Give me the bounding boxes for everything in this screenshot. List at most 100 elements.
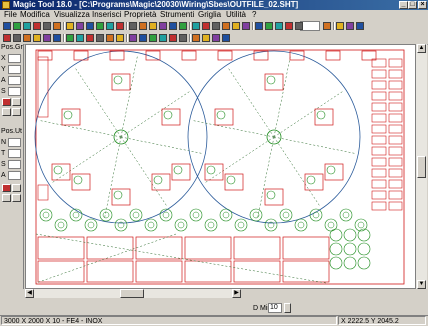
- bottom-rectangular-part: [37, 236, 85, 260]
- redo-icon[interactable]: [86, 22, 94, 30]
- tool-field-s[interactable]: [8, 160, 21, 169]
- zoom-window-icon[interactable]: [285, 22, 293, 30]
- info-icon[interactable]: [212, 34, 220, 42]
- scroll-up-arrow[interactable]: ▲: [417, 44, 426, 53]
- redraw-icon[interactable]: [336, 22, 344, 30]
- print-icon[interactable]: [33, 22, 41, 30]
- washer-hole: [312, 211, 320, 219]
- nest-icon[interactable]: [3, 34, 11, 42]
- new-icon[interactable]: [3, 22, 11, 30]
- pos-field-y[interactable]: [8, 65, 21, 74]
- close-button[interactable]: ×: [418, 1, 427, 9]
- pan-icon[interactable]: [323, 22, 331, 30]
- scroll-down-arrow[interactable]: ▼: [417, 280, 426, 289]
- order-icon[interactable]: [106, 34, 114, 42]
- vertical-scrollbar[interactable]: ▲ ▼: [416, 44, 427, 289]
- menu-file[interactable]: File: [4, 10, 17, 20]
- dimension-icon[interactable]: [179, 22, 187, 30]
- hatch-icon[interactable]: [192, 22, 200, 30]
- laser-icon[interactable]: [53, 34, 61, 42]
- minimize-button[interactable]: _: [399, 1, 408, 9]
- optimize-icon[interactable]: [129, 34, 137, 42]
- move-icon[interactable]: [222, 22, 230, 30]
- tool-remove-button[interactable]: [12, 194, 21, 202]
- apply-tool-button[interactable]: [2, 184, 11, 192]
- line-icon[interactable]: [116, 22, 124, 30]
- part-icon[interactable]: [13, 34, 21, 42]
- layer-icon[interactable]: [202, 22, 210, 30]
- washer-hole: [252, 211, 260, 219]
- check-icon[interactable]: [202, 34, 210, 42]
- horizontal-scroll-thumb[interactable]: [120, 289, 144, 298]
- pointer-icon[interactable]: [255, 22, 263, 30]
- pos-field-s[interactable]: [8, 87, 21, 96]
- bridge-icon[interactable]: [96, 34, 104, 42]
- open-icon[interactable]: [13, 22, 21, 30]
- punch-icon[interactable]: [43, 34, 51, 42]
- mirror-icon[interactable]: [242, 22, 250, 30]
- apply-position-button[interactable]: [2, 98, 11, 106]
- report-icon[interactable]: [139, 34, 147, 42]
- rotate-right-button[interactable]: [12, 108, 21, 116]
- undo-icon[interactable]: [76, 22, 84, 30]
- sheet-icon[interactable]: [23, 34, 31, 42]
- paste-icon[interactable]: [66, 22, 74, 30]
- rect-icon[interactable]: [149, 22, 157, 30]
- zoom-combo[interactable]: [300, 21, 320, 31]
- menu-visualizza[interactable]: Visualizza: [54, 10, 90, 20]
- tool-icon[interactable]: [33, 34, 41, 42]
- import-icon[interactable]: [159, 34, 167, 42]
- rotate-icon[interactable]: [232, 22, 240, 30]
- config-icon[interactable]: [222, 34, 230, 42]
- help-icon[interactable]: [356, 22, 364, 30]
- menu-inserisci[interactable]: Inserisci: [92, 10, 121, 20]
- pos-field-x[interactable]: [8, 54, 21, 63]
- save-icon[interactable]: [23, 22, 31, 30]
- dmin-spin-button[interactable]: [284, 303, 291, 313]
- tool-field-n[interactable]: [8, 138, 21, 147]
- measure-icon[interactable]: [192, 34, 200, 42]
- micro-joint-icon[interactable]: [86, 34, 94, 42]
- postproc-icon[interactable]: [179, 34, 187, 42]
- scroll-right-arrow[interactable]: ▶: [232, 289, 241, 298]
- text-icon[interactable]: [169, 22, 177, 30]
- cut-path-icon[interactable]: [66, 34, 74, 42]
- bottom-rectangular-part: [86, 236, 134, 260]
- menu-griglia[interactable]: Griglia: [198, 10, 221, 20]
- simulate-icon[interactable]: [116, 34, 124, 42]
- zoom-all-icon[interactable]: [295, 22, 303, 30]
- menu-utilita[interactable]: Utilità: [226, 10, 246, 20]
- vertical-scroll-thumb[interactable]: [417, 156, 426, 178]
- zoom-out-icon[interactable]: [275, 22, 283, 30]
- export-icon[interactable]: [149, 34, 157, 42]
- tool-field-a[interactable]: [8, 171, 21, 180]
- menu-proprieta[interactable]: Proprietà: [124, 10, 156, 20]
- right-column-part: [388, 124, 403, 134]
- cnc-icon[interactable]: [169, 34, 177, 42]
- reset-position-button[interactable]: [12, 98, 21, 106]
- grid-icon[interactable]: [96, 22, 104, 30]
- maximize-button[interactable]: □: [408, 1, 417, 9]
- tool-field-t[interactable]: [8, 149, 21, 158]
- properties-icon[interactable]: [346, 22, 354, 30]
- drawing-canvas[interactable]: [25, 44, 416, 289]
- dmin-field[interactable]: 10: [268, 303, 282, 313]
- tool-options-button[interactable]: [12, 184, 21, 192]
- cut-icon[interactable]: [43, 22, 51, 30]
- copy-icon[interactable]: [53, 22, 61, 30]
- scroll-left-arrow[interactable]: ◀: [25, 289, 34, 298]
- tool-add-button[interactable]: [2, 194, 11, 202]
- lead-in-icon[interactable]: [76, 34, 84, 42]
- menu-strumenti[interactable]: Strumenti: [160, 10, 194, 20]
- horizontal-scrollbar[interactable]: ◀ ▶: [25, 289, 241, 298]
- polyline-icon[interactable]: [159, 22, 167, 30]
- select-icon[interactable]: [212, 22, 220, 30]
- menu-help[interactable]: ?: [252, 10, 256, 20]
- menu-modifica[interactable]: Modifica: [20, 10, 50, 20]
- pos-field-a[interactable]: [8, 76, 21, 85]
- snap-icon[interactable]: [106, 22, 114, 30]
- rotate-left-button[interactable]: [2, 108, 11, 116]
- circle-icon[interactable]: [139, 22, 147, 30]
- zoom-in-icon[interactable]: [265, 22, 273, 30]
- arc-icon[interactable]: [129, 22, 137, 30]
